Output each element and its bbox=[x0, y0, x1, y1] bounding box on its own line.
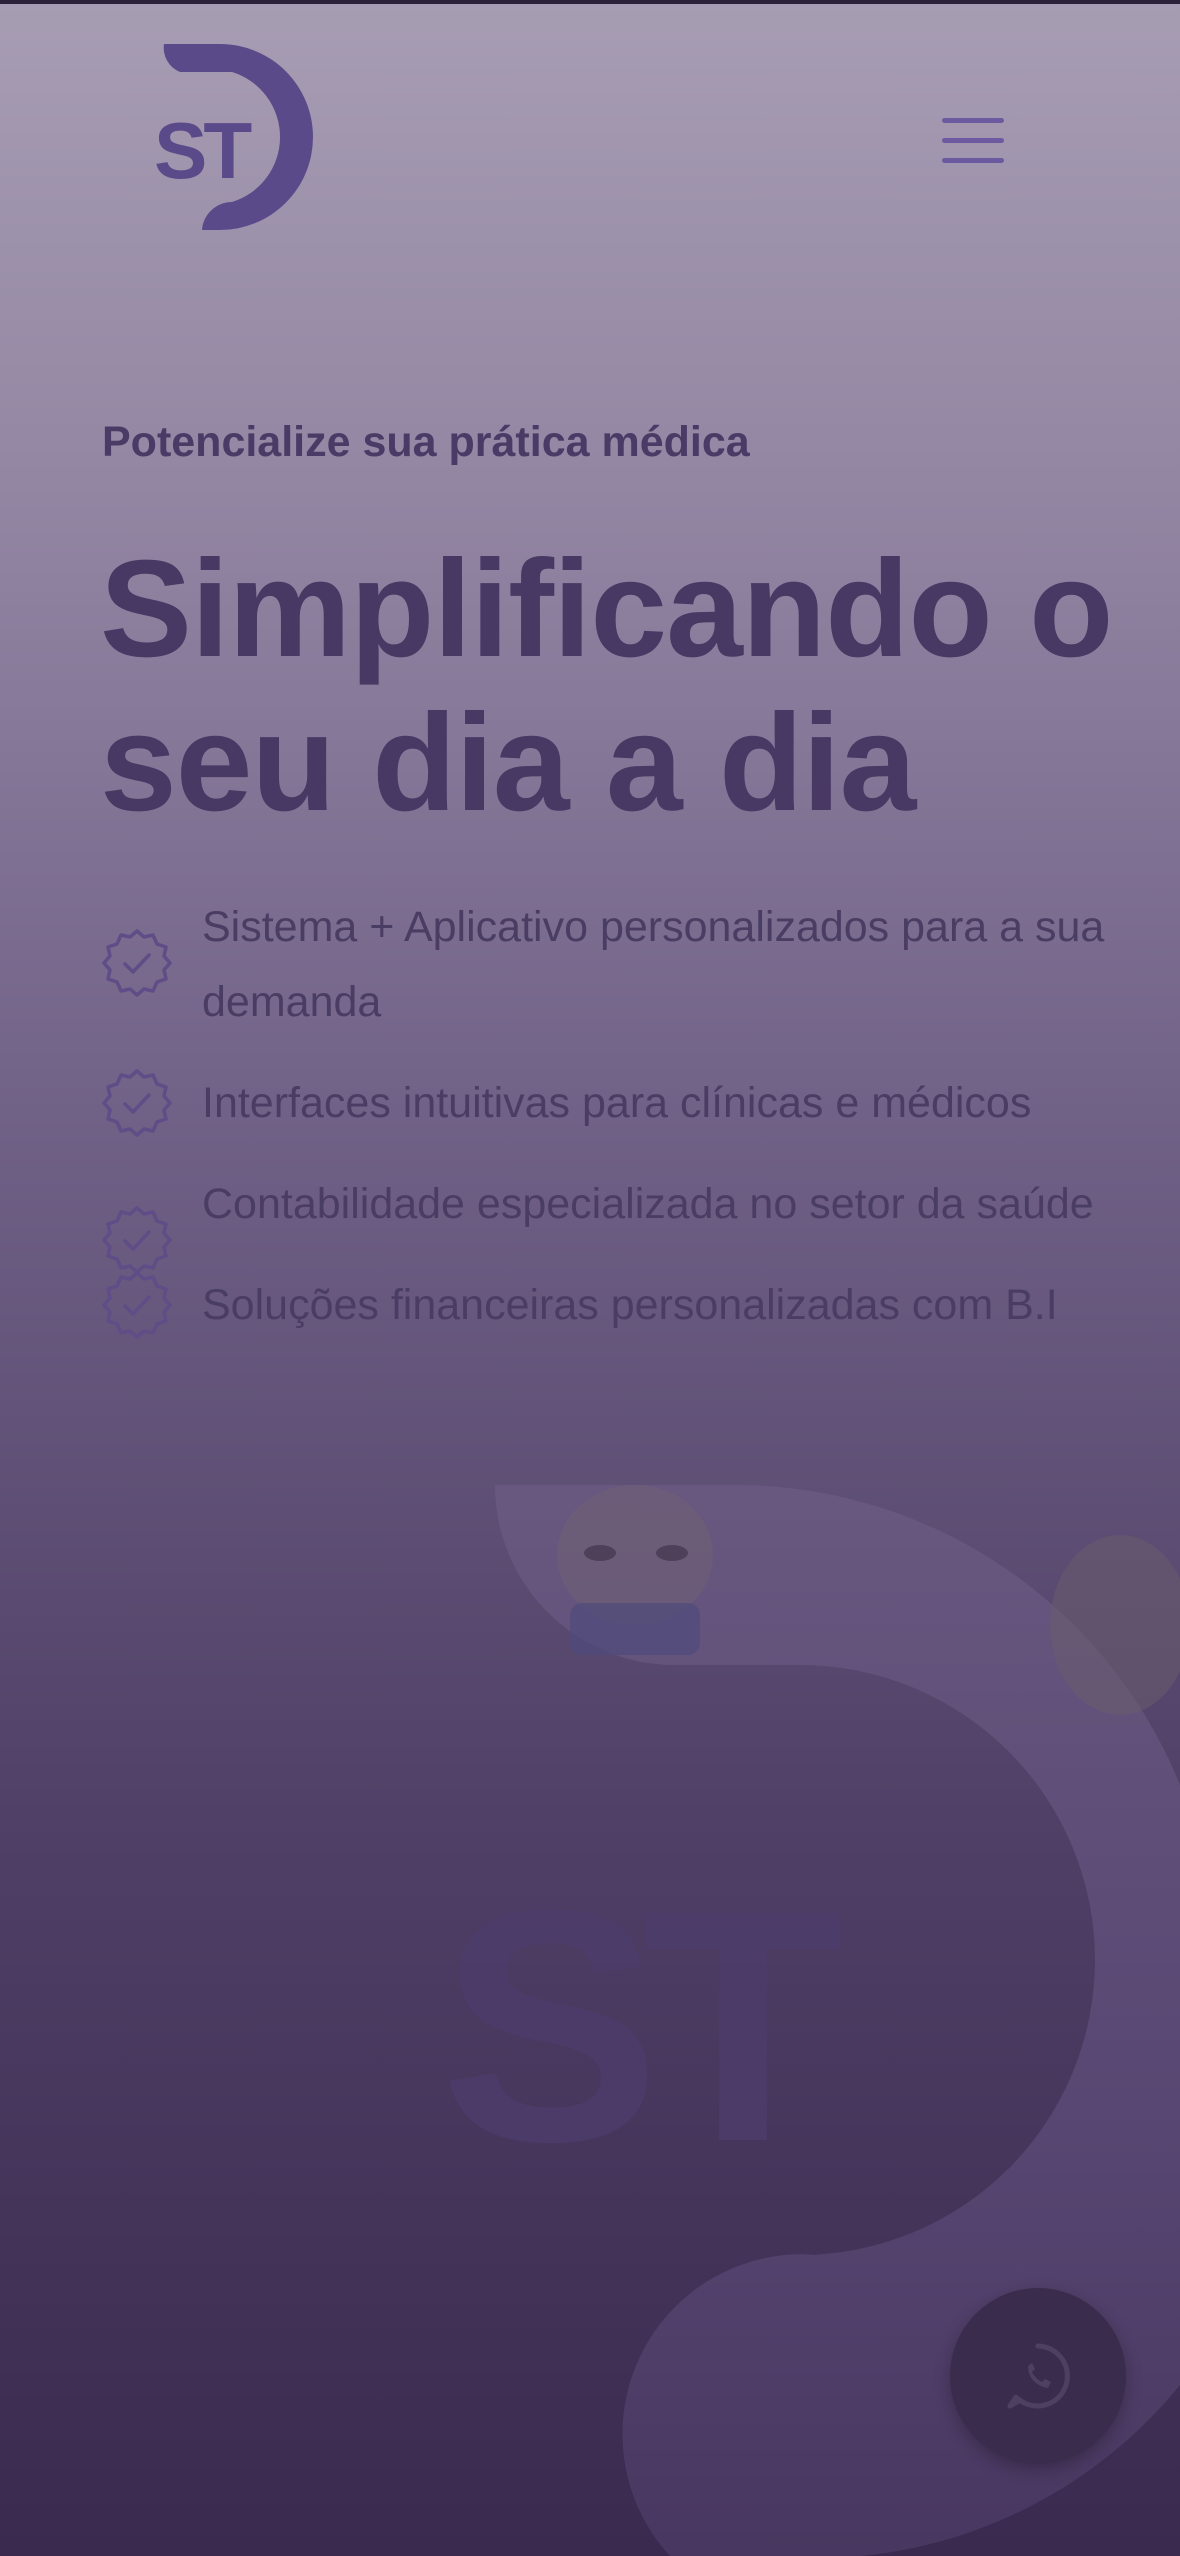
verified-check-badge-icon bbox=[100, 1268, 174, 1342]
landing-page: ST Potencialize sua prática médica Simpl… bbox=[0, 0, 1180, 2556]
feature-text: Sistema + Aplicativo personalizados para… bbox=[202, 903, 1105, 1026]
hero-eyebrow: Potencialize sua prática médica bbox=[102, 418, 750, 466]
feature-item: Interfaces intuitivas para clínicas e mé… bbox=[100, 1066, 1160, 1141]
feature-text: Interfaces intuitivas para clínicas e mé… bbox=[202, 1079, 1032, 1127]
whatsapp-icon bbox=[1007, 2343, 1070, 2409]
feature-text: Soluções financeiras personalizadas com … bbox=[202, 1281, 1058, 1329]
feature-list: Sistema + Aplicativo personalizados para… bbox=[100, 890, 1160, 1369]
verified-check-badge-icon bbox=[100, 1203, 174, 1277]
feature-item: Contabilidade especializada no setor da … bbox=[100, 1167, 1160, 1274]
feature-item: Sistema + Aplicativo personalizados para… bbox=[100, 890, 1160, 1040]
logo-text: ST bbox=[154, 106, 252, 195]
brand-logo[interactable]: ST bbox=[150, 42, 340, 234]
feature-item: Soluções financeiras personalizadas com … bbox=[100, 1268, 1160, 1343]
top-border bbox=[0, 0, 1180, 4]
hamburger-menu-button[interactable] bbox=[930, 110, 1016, 170]
logo-mark-icon: ST bbox=[154, 44, 313, 230]
hero-headline-line1: Simplificando o bbox=[100, 532, 1113, 686]
verified-check-badge-icon bbox=[100, 926, 174, 1000]
verified-check-badge-icon bbox=[100, 1066, 174, 1140]
whatsapp-chat-button[interactable] bbox=[950, 2288, 1126, 2464]
st-watermark: ST bbox=[440, 1841, 843, 2210]
hero-headline: Simplificando o seu dia a dia bbox=[100, 532, 1160, 840]
feature-text: Contabilidade especializada no setor da … bbox=[202, 1180, 1094, 1228]
hero-headline-line2: seu dia a dia bbox=[100, 686, 916, 840]
